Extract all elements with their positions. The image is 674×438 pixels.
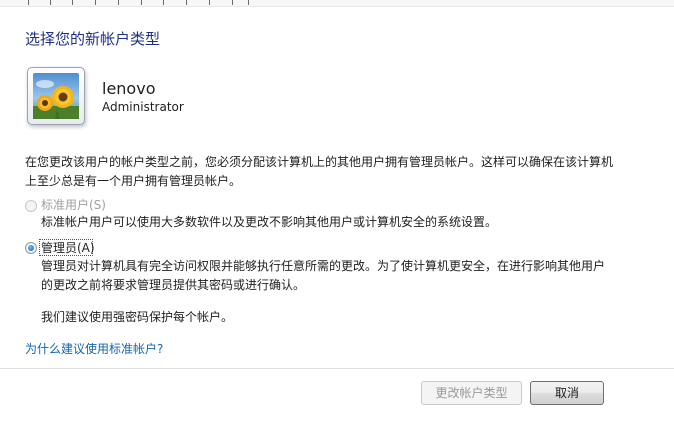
edge-tick [50,0,51,5]
edge-tick [209,0,210,5]
standard-user-label: 标准用户(S) [41,198,106,212]
administrator-radio[interactable] [25,242,37,254]
help-link[interactable]: 为什么建议使用标准帐户? [25,340,163,357]
standard-user-description: 标准帐户用户可以使用大多数软件以及更改不影响其他用户或计算机安全的系统设置。 [41,215,498,229]
user-avatar [27,67,85,125]
change-account-type-button[interactable]: 更改帐户类型 [421,381,522,405]
edge-tick [141,0,142,5]
edge-tick [163,0,164,5]
radio-selected-dot [28,245,34,251]
edge-tick [95,0,96,5]
edge-tick [248,0,249,5]
edge-tick [28,0,29,5]
change-account-type-window: 选择您的新帐户类型 lenovo Administrator 在您更改该用户的帐… [0,0,674,438]
page-title: 选择您的新帐户类型 [25,30,161,48]
edge-tick [232,0,233,5]
account-name: lenovo [102,79,156,98]
administrator-description: 管理员对计算机具有完全访问权限并能够执行任意所需的更改。为了使计算机更安全，在进… [41,259,606,292]
password-recommendation: 我们建议使用强密码保护每个帐户。 [41,310,234,324]
administrator-label[interactable]: 管理员(A) [41,239,95,256]
edge-tick [118,0,119,5]
edge-tick [186,0,187,5]
edge-tick [72,0,73,5]
instruction-text: 在您更改该用户的帐户类型之前，您必须分配该计算机上的其他用户拥有管理员帐户。这样… [25,155,614,188]
footer-divider [0,368,674,369]
account-role: Administrator [102,100,184,114]
sunflower-avatar-icon [33,73,79,119]
standard-user-radio[interactable] [25,200,37,212]
top-window-edge [0,0,674,7]
cancel-button[interactable]: 取消 [530,381,604,405]
